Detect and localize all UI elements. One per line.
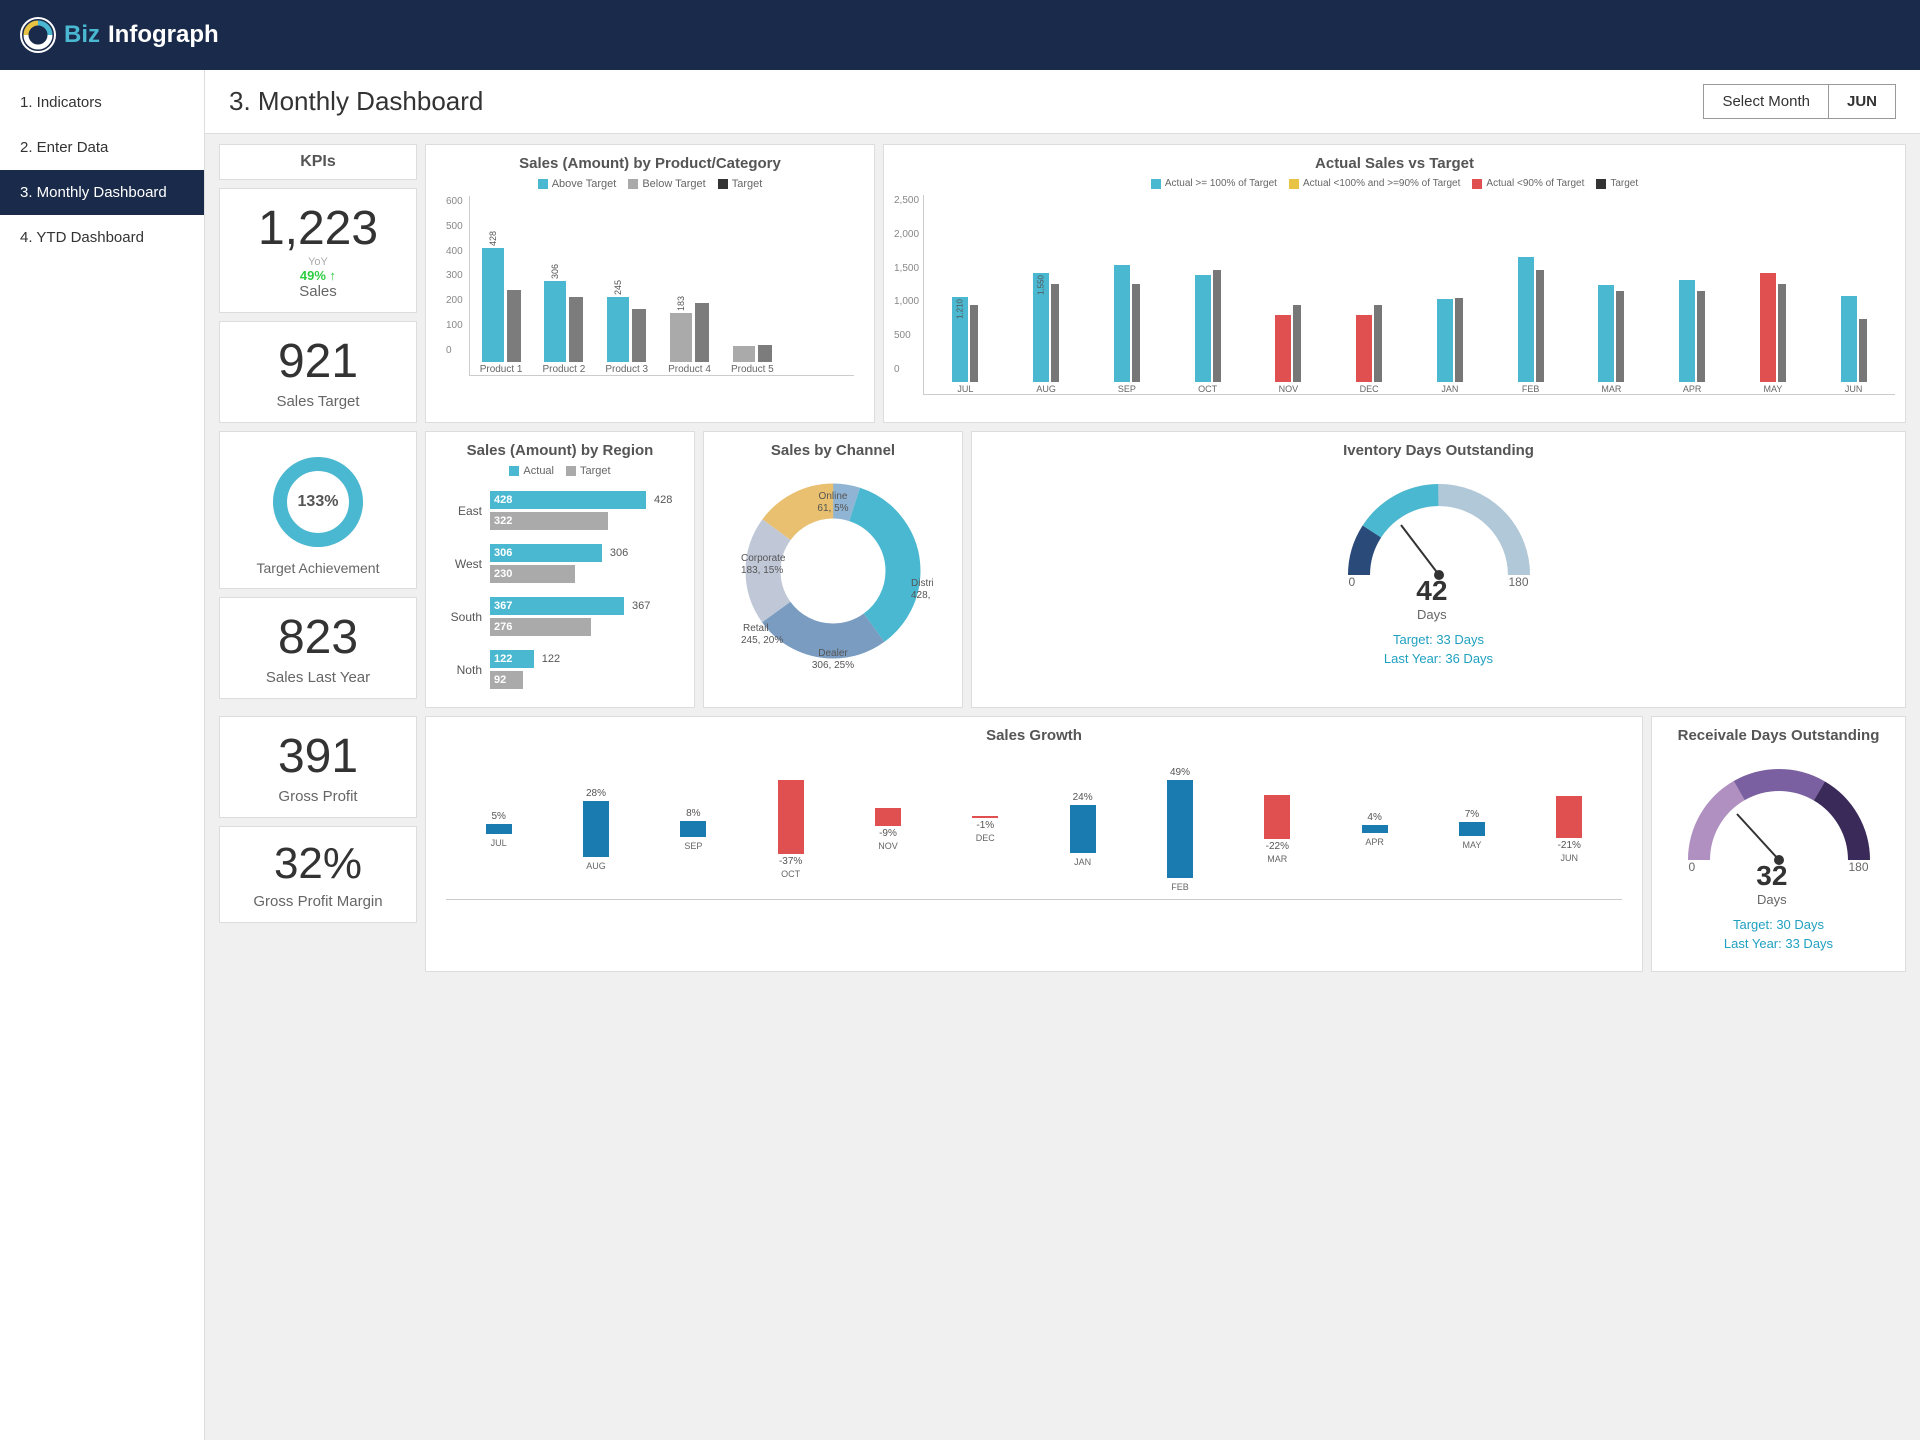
dashboard-header: 3. Monthly Dashboard Select Month JUN	[205, 70, 1920, 134]
gpm-label: Gross Profit Margin	[228, 893, 408, 910]
inventory-min: 0	[1349, 575, 1356, 622]
logo-icon	[20, 17, 56, 53]
kpi-target-label: Sales Target	[228, 393, 408, 410]
select-month-wrapper[interactable]: Select Month JUN	[1703, 84, 1896, 119]
inventory-gauge: Iventory Days Outstanding	[971, 431, 1906, 708]
sales-growth-title: Sales Growth	[436, 727, 1632, 744]
channel-chart: Sales by Channel	[703, 431, 963, 708]
region-chart: Sales (Amount) by Region Actual Target E…	[425, 431, 695, 708]
page-title: 3. Monthly Dashboard	[229, 86, 483, 117]
svg-text:Corporate: Corporate	[741, 553, 786, 564]
inventory-gauge-svg	[1339, 475, 1539, 585]
target-achievement-pct: 133%	[298, 493, 339, 511]
svg-text:Distributor: Distributor	[911, 578, 933, 589]
kpi-yoy-label: YoY	[228, 256, 408, 268]
receivable-min: 0	[1689, 860, 1696, 907]
inventory-gauge-title: Iventory Days Outstanding	[982, 442, 1895, 459]
sidebar-item-ytd-dashboard[interactable]: 4. YTD Dashboard	[0, 215, 204, 260]
receivable-target: Target: 30 Days	[1733, 917, 1824, 932]
target-achievement-label: Target Achievement	[228, 560, 408, 576]
receivable-max: 180	[1848, 860, 1868, 907]
kpi-sales-value: 1,223	[228, 201, 408, 256]
receivable-gauge-title: Receivale Days Outstanding	[1662, 727, 1895, 744]
kpi-sales-label: Sales	[228, 283, 408, 300]
dashboard-content: KPIs 1,223 YoY 49% ↑ Sales 921 Sales Tar…	[205, 134, 1920, 990]
select-month-label: Select Month	[1704, 85, 1829, 118]
logo-biz: Biz	[64, 21, 100, 49]
inventory-target: Target: 33 Days	[1393, 632, 1484, 647]
svg-text:183, 15%: 183, 15%	[741, 565, 783, 576]
region-chart-legend: Actual Target	[436, 465, 684, 477]
region-chart-title: Sales (Amount) by Region	[436, 442, 684, 459]
gpm-value: 32%	[228, 839, 408, 889]
product-chart-title: Sales (Amount) by Product/Category	[436, 155, 864, 172]
dashboard-area: 3. Monthly Dashboard Select Month JUN KP…	[205, 70, 1920, 1440]
svg-text:Dealer: Dealer	[818, 648, 848, 659]
sales-last-year-value: 823	[228, 610, 408, 665]
gross-profit-label: Gross Profit	[228, 788, 408, 805]
receivable-gauge: Receivale Days Outstanding	[1651, 716, 1906, 972]
select-month-value[interactable]: JUN	[1829, 85, 1895, 118]
logo: Biz Infograph	[20, 17, 219, 53]
product-chart: Sales (Amount) by Product/Category Above…	[425, 144, 875, 423]
sales-last-year-label: Sales Last Year	[228, 669, 408, 686]
kpi-section-header: KPIs	[228, 153, 408, 171]
sidebar-item-indicators[interactable]: 1. Indicators	[0, 80, 204, 125]
inventory-max: 180	[1508, 575, 1528, 622]
sales-growth-chart: Sales Growth 5% JUL	[425, 716, 1643, 972]
sidebar-item-enter-data[interactable]: 2. Enter Data	[0, 125, 204, 170]
avt-chart-title: Actual Sales vs Target	[894, 155, 1895, 172]
inventory-value: 42	[1416, 575, 1447, 606]
receivable-lastyear: Last Year: 33 Days	[1724, 936, 1833, 951]
sidebar: 1. Indicators 2. Enter Data 3. Monthly D…	[0, 70, 205, 1440]
logo-infograph: Infograph	[108, 21, 219, 49]
kpi-target-value: 921	[228, 334, 408, 389]
inventory-unit: Days	[1417, 607, 1447, 622]
svg-text:306, 25%: 306, 25%	[812, 660, 854, 671]
svg-text:245, 20%: 245, 20%	[741, 635, 783, 646]
channel-chart-title: Sales by Channel	[714, 442, 952, 459]
gross-profit-value: 391	[228, 729, 408, 784]
avt-chart-legend: Actual >= 100% of Target Actual <100% an…	[894, 178, 1895, 189]
sidebar-item-monthly-dashboard[interactable]: 3. Monthly Dashboard	[0, 170, 204, 215]
svg-text:428, 35%: 428, 35%	[911, 590, 933, 601]
receivable-value: 32	[1756, 860, 1787, 891]
receivable-unit: Days	[1757, 892, 1787, 907]
svg-text:61, 5%: 61, 5%	[817, 503, 848, 514]
svg-text:Online: Online	[819, 491, 848, 502]
avt-chart: Actual Sales vs Target Actual >= 100% of…	[883, 144, 1906, 423]
product-chart-legend: Above Target Below Target Target	[436, 178, 864, 190]
kpi-sales-yoy: 49% ↑	[228, 268, 408, 283]
receivable-gauge-svg	[1679, 760, 1879, 870]
svg-text:Retail: Retail	[743, 623, 769, 634]
inventory-lastyear: Last Year: 36 Days	[1384, 651, 1493, 666]
channel-donut: Online 61, 5% Distributor 428, 35% Deale…	[733, 471, 933, 671]
